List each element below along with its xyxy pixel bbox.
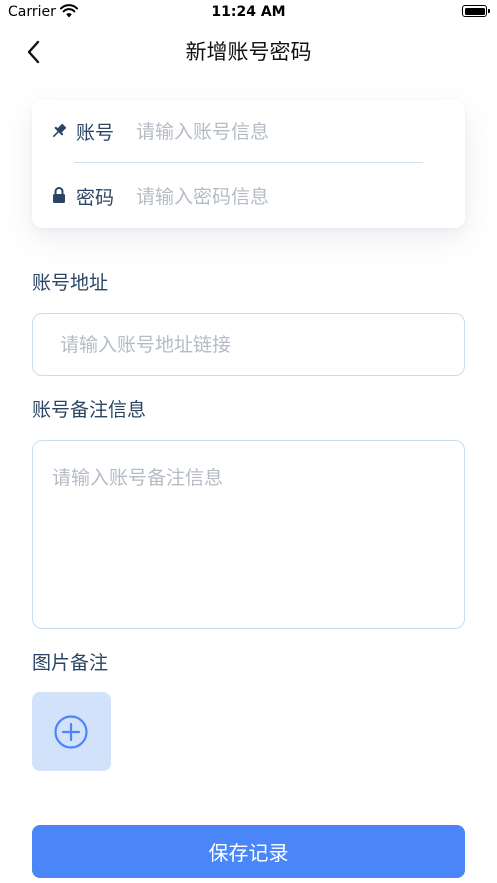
password-input[interactable]: [136, 183, 436, 211]
account-note-label: 账号备注信息: [32, 399, 147, 421]
pin-icon: [52, 123, 67, 138]
account-url-label: 账号地址: [32, 272, 109, 294]
save-record-button[interactable]: 保存记录: [32, 825, 465, 878]
image-note-label: 图片备注: [32, 652, 109, 674]
page-title: 新增账号密码: [185, 40, 312, 64]
account-url-input[interactable]: [60, 331, 450, 359]
plus-circle-icon[interactable]: [53, 714, 89, 750]
clock-time: 11:24 AM: [211, 4, 286, 20]
password-label: 密码: [76, 187, 115, 209]
account-note-input[interactable]: [52, 463, 452, 613]
credentials-divider: [74, 162, 423, 163]
account-input[interactable]: [136, 118, 436, 146]
battery-icon: [462, 5, 490, 17]
status-bar: Carrier 11:24 AM: [0, 0, 497, 26]
account-label: 账号: [76, 122, 115, 144]
lock-icon: [53, 187, 65, 203]
